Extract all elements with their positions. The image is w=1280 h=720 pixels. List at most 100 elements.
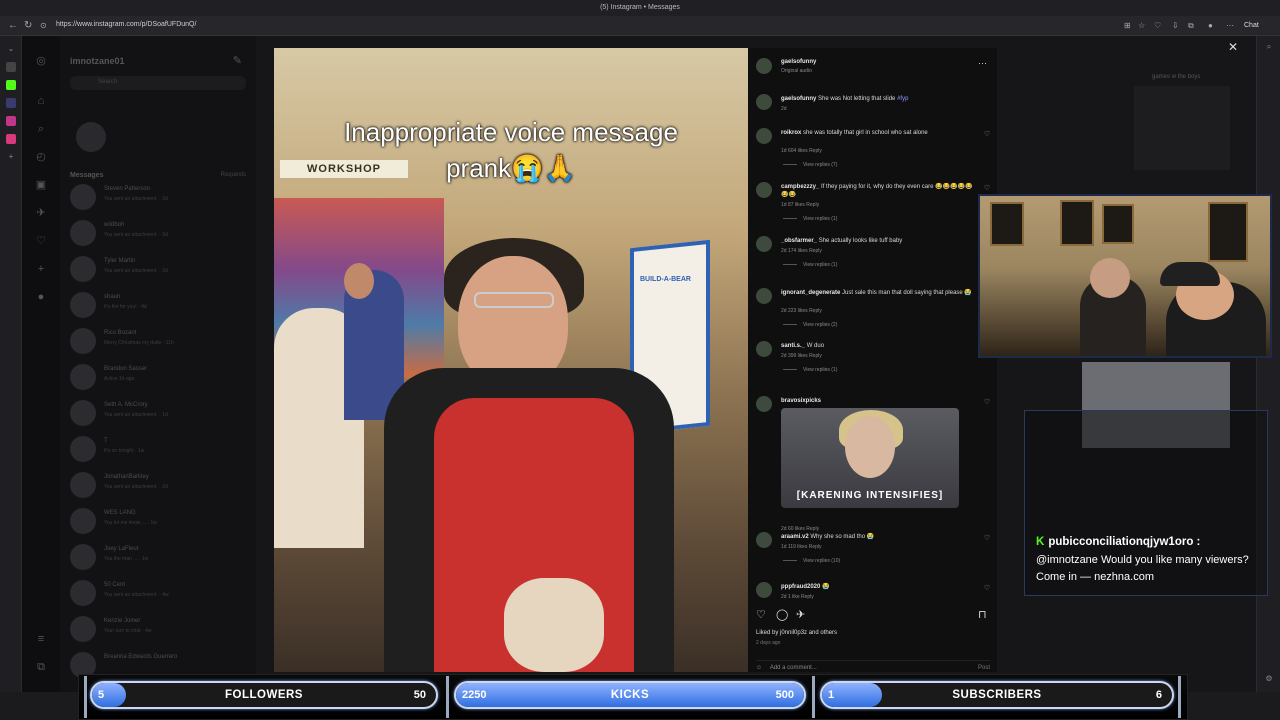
chevron-down-icon[interactable]: ⌄ bbox=[6, 44, 16, 54]
view-replies-link[interactable]: View replies (2) bbox=[803, 322, 837, 328]
dm-thread[interactable]: T It's on tonight · 1w bbox=[70, 434, 250, 464]
save-icon[interactable]: ⊓ bbox=[978, 608, 987, 621]
employee-glasses bbox=[474, 292, 554, 308]
comment-gif[interactable]: [KARENING INTENSIFIES] bbox=[781, 408, 959, 508]
download-icon[interactable]: ⇩ bbox=[1172, 21, 1179, 30]
extensions-icon[interactable]: ⧉ bbox=[1188, 21, 1194, 31]
author-avatar[interactable] bbox=[756, 94, 772, 110]
comment-meta[interactable]: 1d 604 likes Reply bbox=[781, 148, 822, 154]
emoji-icon[interactable]: ☺ bbox=[756, 665, 762, 671]
messages-icon[interactable]: ✈ bbox=[34, 206, 48, 220]
commenter-avatar[interactable] bbox=[756, 396, 772, 412]
commenter-avatar[interactable] bbox=[756, 341, 772, 357]
instagram-logo-icon[interactable]: ◎ bbox=[34, 54, 48, 68]
profile-icon[interactable]: ● bbox=[1208, 21, 1213, 30]
comment-icon[interactable]: ◯ bbox=[776, 608, 788, 621]
instagram-sidebar-icon[interactable] bbox=[6, 116, 16, 126]
commenter-avatar[interactable] bbox=[756, 182, 772, 198]
url-field[interactable]: https://www.instagram.com/p/DSoafUFDunQ/ bbox=[56, 21, 196, 28]
comment-like-icon[interactable]: ♡ bbox=[984, 534, 990, 542]
comment-like-icon[interactable]: ♡ bbox=[984, 584, 990, 592]
dm-thread[interactable]: shaun It's fire for you! · 4d bbox=[70, 290, 250, 320]
thread-name: Steven Patterson bbox=[104, 186, 151, 192]
instagram-sidebar-icon[interactable] bbox=[6, 134, 16, 144]
view-replies-link[interactable]: View replies (1) bbox=[803, 367, 837, 373]
sidebar-app-icon[interactable] bbox=[6, 98, 16, 108]
comment-meta[interactable]: 2d 399 likes Reply bbox=[781, 353, 822, 359]
meta-icon[interactable]: ⧉ bbox=[34, 660, 48, 674]
commenter-avatar[interactable] bbox=[756, 288, 772, 304]
explore-icon[interactable]: ◴ bbox=[34, 150, 48, 164]
chat-button[interactable]: Chat bbox=[1244, 22, 1259, 29]
profile-avatar[interactable]: ● bbox=[34, 290, 48, 304]
comment-meta[interactable]: 1d 87 likes Reply bbox=[781, 202, 819, 208]
dm-thread[interactable]: Seth A. McCrory You sent an attachment. ·… bbox=[70, 398, 250, 428]
more-options-icon[interactable]: ⋯ bbox=[978, 58, 987, 69]
author-avatar[interactable] bbox=[756, 58, 772, 74]
view-replies-link[interactable]: View replies (1) bbox=[803, 262, 837, 268]
notifications-icon[interactable]: ♡ bbox=[34, 234, 48, 248]
star-icon[interactable]: ☆ bbox=[1138, 21, 1145, 30]
streamer-left-head bbox=[1090, 258, 1130, 298]
comment-meta[interactable]: 1d 119 likes Reply bbox=[781, 544, 822, 550]
dm-thread[interactable]: Steven Patterson You sent an attachment. … bbox=[70, 182, 250, 212]
requests-link[interactable]: Requests bbox=[221, 172, 246, 178]
post-comment-button[interactable]: Post bbox=[978, 665, 990, 671]
commenter-avatar[interactable] bbox=[756, 582, 772, 598]
gear-icon[interactable]: ⚙ bbox=[1264, 674, 1274, 684]
refresh-icon[interactable]: ↻ bbox=[24, 20, 32, 31]
reels-icon[interactable]: ▣ bbox=[34, 178, 48, 192]
reel-video[interactable]: WORKSHOP BUILD-A-BEAR Inappropriate voic… bbox=[274, 48, 748, 672]
dm-thread[interactable]: Brandon Sasser Active 1h ago bbox=[70, 362, 250, 392]
view-replies-link[interactable]: View replies (1) bbox=[803, 216, 837, 222]
create-icon[interactable]: + bbox=[34, 262, 48, 276]
comment-like-icon[interactable]: ♡ bbox=[984, 398, 990, 406]
view-replies-link[interactable]: View replies (10) bbox=[803, 558, 840, 564]
kick-icon[interactable] bbox=[6, 80, 16, 90]
reader-icon[interactable]: ⊞ bbox=[1124, 21, 1131, 30]
comment-like-icon[interactable]: ♡ bbox=[984, 130, 990, 138]
dm-thread[interactable]: Rico Bozant Merry Christmas my dude · 11h bbox=[70, 326, 250, 356]
share-icon[interactable]: ✈ bbox=[796, 608, 805, 621]
tab-title[interactable]: (5) Instagram • Messages bbox=[600, 4, 680, 11]
poster-text: BUILD-A-BEAR bbox=[640, 276, 691, 283]
dm-search-input[interactable]: Search bbox=[70, 76, 246, 90]
comment-meta[interactable]: 2d 1 like Reply bbox=[781, 594, 814, 600]
games-thumbnail[interactable] bbox=[1134, 86, 1230, 170]
dm-thread[interactable]: wildboh You sent an attachment. · 3d bbox=[70, 218, 250, 248]
dm-username[interactable]: imnotzane01 bbox=[70, 56, 125, 66]
compose-icon[interactable]: ✎ bbox=[233, 54, 242, 67]
comment-meta[interactable]: 2d 174 likes Reply bbox=[781, 248, 822, 254]
sidebar-app-icon[interactable] bbox=[6, 62, 16, 72]
home-icon[interactable]: ⌂ bbox=[34, 94, 48, 108]
liked-by[interactable]: Liked by j0nnil0p3z and others bbox=[756, 630, 837, 636]
like-icon[interactable]: ♡ bbox=[756, 608, 766, 621]
comment-meta[interactable]: 2d 60 likes Reply bbox=[781, 526, 819, 532]
add-comment-input[interactable]: Add a comment... bbox=[770, 665, 817, 671]
search-icon[interactable]: ⌕ bbox=[34, 122, 48, 136]
audio-label[interactable]: Original audio bbox=[781, 68, 812, 74]
dm-thread[interactable]: Kenzie Joiner Your turn to chat · 4w bbox=[70, 614, 250, 644]
info-icon[interactable]: ⊙ bbox=[40, 21, 47, 30]
plus-icon[interactable]: + bbox=[6, 152, 16, 162]
more-icon[interactable]: ⋯ bbox=[1226, 21, 1234, 30]
comment-meta[interactable]: 2d 223 likes Reply bbox=[781, 308, 822, 314]
comment-like-icon[interactable]: ♡ bbox=[984, 184, 990, 192]
search-icon[interactable]: ⌕ bbox=[1264, 42, 1274, 52]
commenter-avatar[interactable] bbox=[756, 532, 772, 548]
avatar bbox=[70, 436, 96, 462]
favorites-icon[interactable]: ♡ bbox=[1154, 21, 1161, 30]
dm-thread[interactable]: WES LANG You let me know ... · 1w bbox=[70, 506, 250, 536]
back-icon[interactable]: ← bbox=[8, 20, 18, 31]
view-replies-link[interactable]: View replies (7) bbox=[803, 162, 837, 168]
your-note-avatar[interactable] bbox=[76, 122, 106, 152]
dm-thread[interactable]: Joey LaFleur You the man ... · 1w bbox=[70, 542, 250, 572]
commenter-avatar[interactable] bbox=[756, 128, 772, 144]
post-author[interactable]: gaelsofunny bbox=[781, 58, 977, 66]
close-icon[interactable]: ✕ bbox=[1228, 40, 1238, 54]
dm-thread[interactable]: 50 Cent You sent an attachment. · 4w bbox=[70, 578, 250, 608]
commenter-avatar[interactable] bbox=[756, 236, 772, 252]
dm-thread[interactable]: Tyler Martin You sent an attachment. · 3d bbox=[70, 254, 250, 284]
menu-icon[interactable]: ≡ bbox=[34, 632, 48, 646]
dm-thread[interactable]: JonathanBarkley You sent an attachment. ·… bbox=[70, 470, 250, 500]
